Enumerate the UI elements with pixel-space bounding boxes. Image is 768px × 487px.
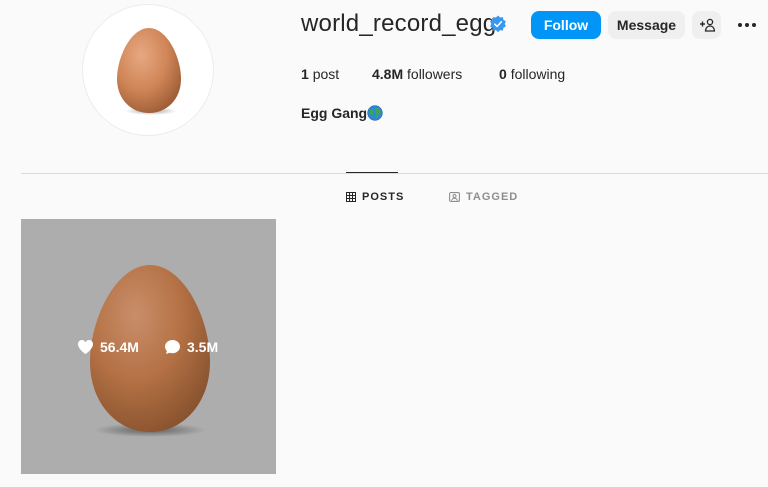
following-count: 0 (499, 66, 507, 82)
profile-avatar[interactable] (82, 4, 214, 136)
grid-icon (346, 192, 356, 202)
more-horizontal-icon (738, 23, 756, 27)
posts-count-stat: 1 post (301, 66, 339, 82)
tab-tagged[interactable]: TAGGED (449, 190, 518, 204)
profile-username: world_record_egg (301, 10, 497, 37)
followers-stat[interactable]: 4.8M followers (372, 66, 462, 82)
verified-badge-icon (490, 15, 506, 33)
followers-label: followers (407, 66, 463, 82)
post-comments-count: 3.5M (187, 339, 219, 355)
heart-icon (78, 340, 93, 354)
following-stat[interactable]: 0 following (499, 66, 565, 82)
following-label: following (510, 66, 566, 82)
post-likes: 56.4M (77, 339, 139, 355)
post-thumbnail[interactable]: 56.4M 3.5M (21, 219, 276, 474)
posts-count: 1 (301, 66, 309, 82)
message-button[interactable]: Message (608, 11, 685, 39)
comment-icon (165, 340, 180, 354)
globe-icon (367, 105, 383, 121)
add-person-icon (699, 18, 715, 32)
post-comments: 3.5M (164, 339, 218, 355)
followers-count: 4.8M (372, 66, 404, 82)
tab-tagged-label: TAGGED (466, 191, 519, 203)
more-options-button[interactable] (734, 11, 760, 39)
suggested-users-button[interactable] (692, 11, 721, 39)
tabs-divider (21, 173, 768, 174)
follow-button[interactable]: Follow (531, 11, 601, 39)
profile-full-name: Egg Gang (301, 105, 368, 121)
tagged-icon (449, 192, 460, 202)
post-likes-count: 56.4M (100, 339, 139, 355)
tab-posts[interactable]: POSTS (346, 190, 404, 204)
tab-posts-label: POSTS (362, 191, 405, 203)
post-hover-overlay (21, 219, 276, 474)
posts-label: post (312, 66, 340, 82)
active-tab-indicator (346, 172, 398, 173)
